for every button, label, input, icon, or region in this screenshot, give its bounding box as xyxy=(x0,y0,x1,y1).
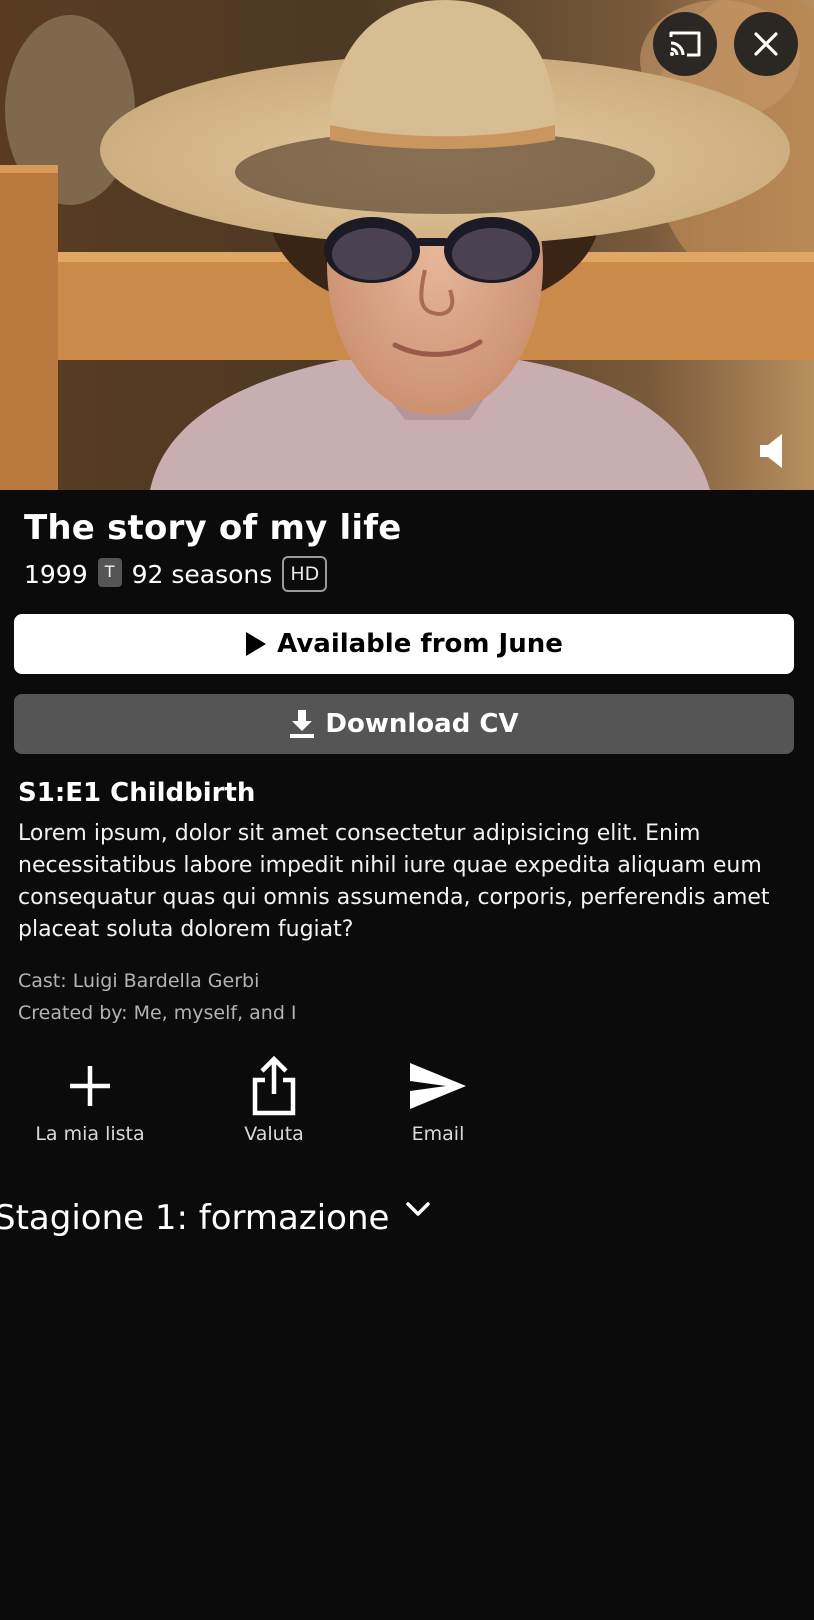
download-button-label: Download CV xyxy=(325,709,519,739)
play-button[interactable]: Available from June xyxy=(14,614,794,674)
plus-icon xyxy=(70,1066,110,1106)
email-button[interactable]: Email xyxy=(358,1055,518,1145)
close-button[interactable] xyxy=(734,12,798,76)
my-list-button[interactable]: La mia lista xyxy=(10,1055,170,1145)
season-selector[interactable]: Stagione 1: formazione xyxy=(0,1198,431,1238)
episode-description: Lorem ipsum, dolor sit amet consectetur … xyxy=(18,821,770,942)
creator-credit: Created by: Me, myself, and I xyxy=(18,1002,297,1024)
rate-button[interactable]: Valuta xyxy=(194,1055,354,1145)
play-button-label: Available from June xyxy=(277,629,563,659)
rate-label: Valuta xyxy=(244,1123,304,1145)
send-icon xyxy=(410,1063,466,1109)
my-list-label: La mia lista xyxy=(35,1123,145,1145)
chevron-down-icon xyxy=(406,1202,431,1216)
show-meta: 1999 T 92 seasons HD xyxy=(24,554,328,594)
cast-credit: Cast: Luigi Bardella Gerbi xyxy=(18,970,260,992)
download-button[interactable]: Download CV xyxy=(14,694,794,754)
close-icon xyxy=(754,32,778,56)
show-title: The story of my life xyxy=(24,508,402,548)
cast-icon xyxy=(669,31,701,57)
download-icon xyxy=(290,710,315,738)
play-icon xyxy=(246,632,267,656)
episode-title: S1:E1 Childbirth xyxy=(18,778,256,808)
volume-mute-icon[interactable] xyxy=(758,432,786,470)
quality-badge: HD xyxy=(282,556,328,592)
season-selector-label: Stagione 1: formazione xyxy=(0,1198,390,1238)
email-label: Email xyxy=(411,1123,465,1145)
maturity-rating-badge: T xyxy=(97,557,122,587)
season-count: 92 seasons xyxy=(131,559,273,589)
release-year: 1999 xyxy=(24,559,88,589)
hero-image xyxy=(0,0,814,490)
share-icon xyxy=(252,1056,296,1116)
cast-button[interactable] xyxy=(653,12,717,76)
